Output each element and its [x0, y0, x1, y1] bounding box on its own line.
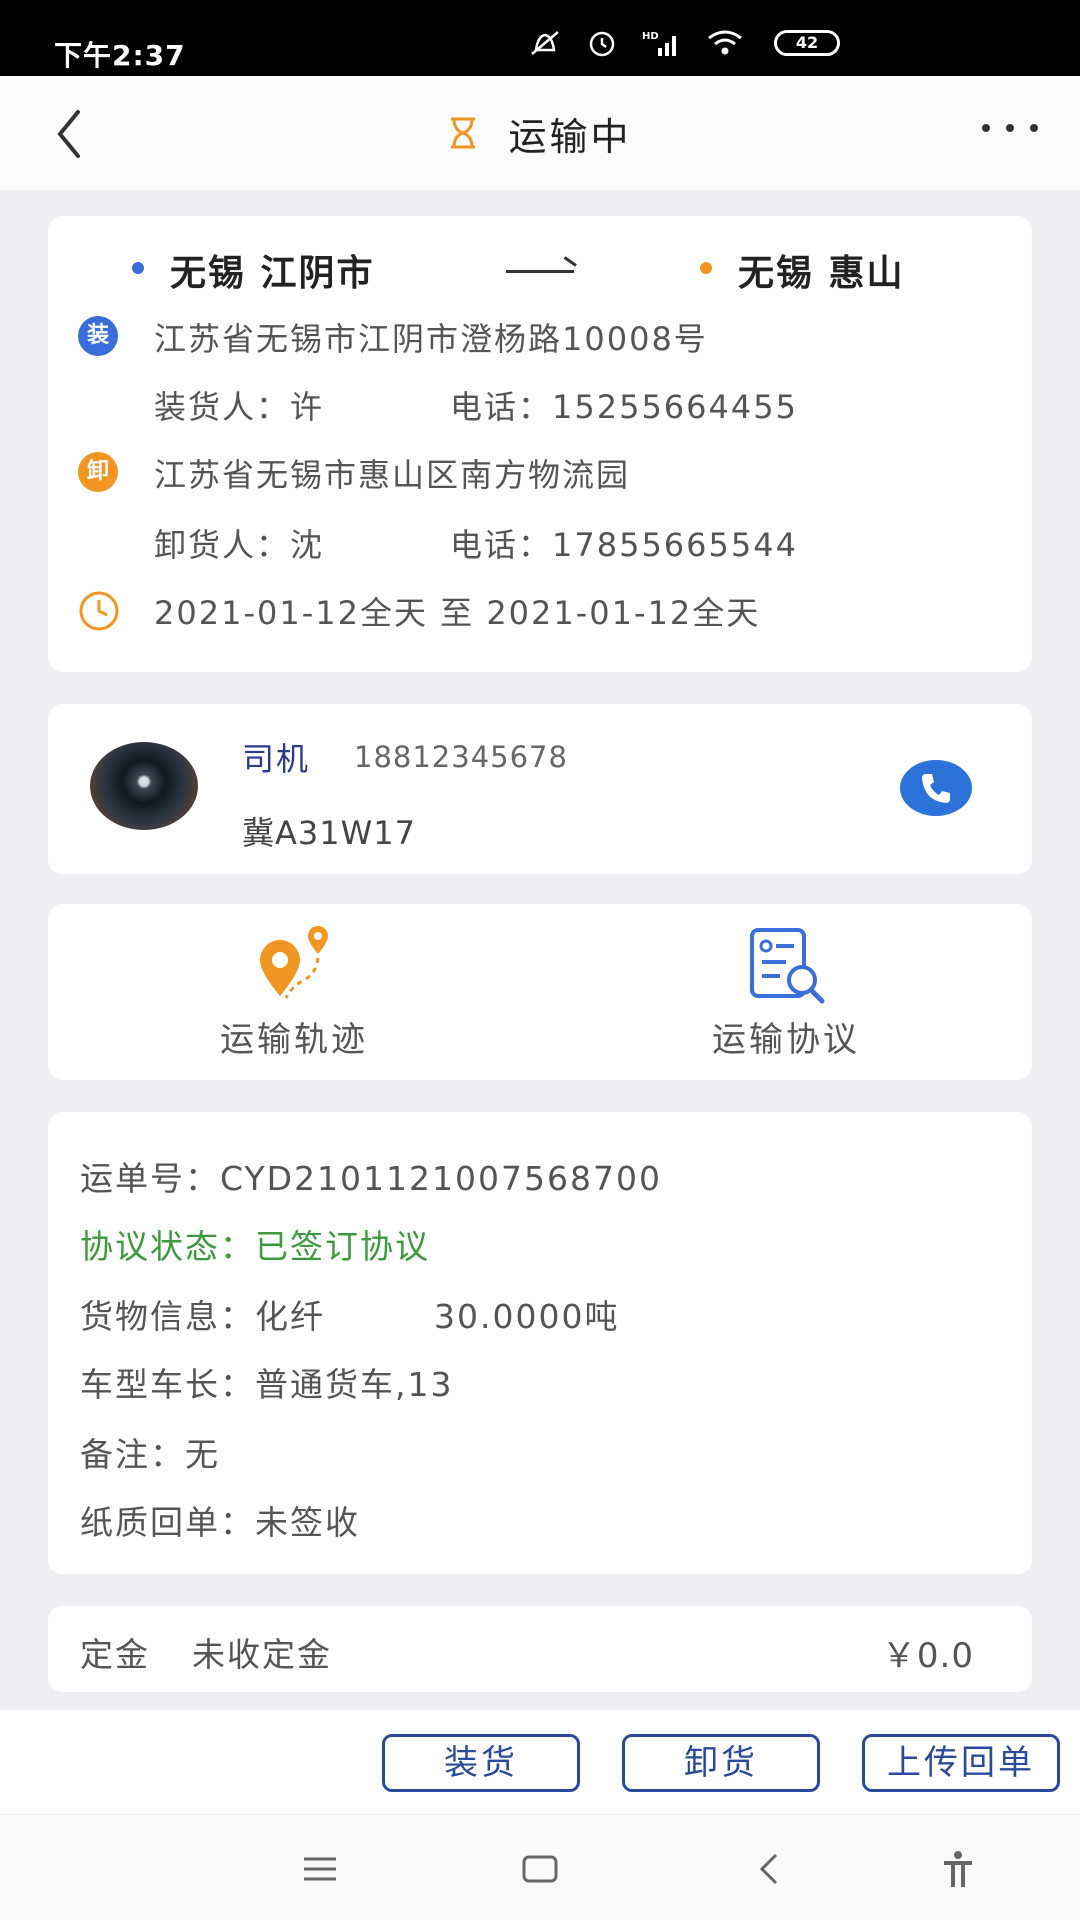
- load-badge-icon: 装: [78, 316, 118, 356]
- upload-receipt-button[interactable]: 上传回单: [862, 1734, 1060, 1792]
- unload-address: 江苏省无锡市惠山区南方物流园: [154, 456, 631, 494]
- home-icon[interactable]: [518, 1849, 562, 1889]
- hourglass-icon: [451, 117, 476, 149]
- cargo-info: 货物信息：化纤: [80, 1297, 325, 1336]
- unloader-name: 卸货人：沈: [154, 526, 325, 564]
- app-header: 运输中: [0, 76, 1080, 190]
- deposit-label: 定金: [80, 1635, 150, 1674]
- route-summary: 无锡 江阴市 无锡 惠山: [48, 244, 1032, 304]
- cargo-weight: 30.0000吨: [434, 1297, 620, 1336]
- unload-goods-button[interactable]: 卸货: [622, 1734, 820, 1792]
- origin-city: 无锡 江阴市: [170, 253, 375, 294]
- remark: 备注：无: [80, 1435, 220, 1474]
- waybill-details-card: 运单号：CYD2101121007568700 协议状态：已签订协议 货物信息：…: [48, 1112, 1032, 1574]
- svg-text:HD: HD: [642, 31, 659, 42]
- transport-agreement-label: 运输协议: [712, 1020, 860, 1060]
- driver-label: 司机: [242, 740, 311, 778]
- bottom-action-bar: 装货 卸货 上传回单: [0, 1710, 1080, 1814]
- menu-icon[interactable]: [298, 1849, 342, 1889]
- avatar: [90, 742, 198, 830]
- clock-icon: [79, 591, 119, 631]
- more-dot-icon: [1006, 124, 1014, 132]
- more-dot-icon: [982, 124, 990, 132]
- loader-phone[interactable]: 电话：15255664455: [450, 382, 798, 428]
- agreement-document-icon: [750, 928, 825, 1004]
- destination-dot-icon: [700, 262, 712, 274]
- paper-receipt-status: 纸质回单：未签收: [80, 1503, 360, 1542]
- wifi-icon: [708, 30, 742, 55]
- transport-agreement-button[interactable]: 运输协议: [540, 904, 1032, 1080]
- status-time: 下午2:37: [54, 39, 186, 72]
- time-range: 2021-01-12全天 至 2021-01-12全天: [154, 594, 761, 632]
- waybill-number: 运单号：CYD2101121007568700: [80, 1159, 662, 1198]
- phone-icon: [922, 774, 950, 803]
- transport-track-button[interactable]: 运输轨迹: [48, 904, 540, 1080]
- unload-badge-icon: 卸: [78, 452, 118, 492]
- system-nav-bar: [0, 1814, 1080, 1920]
- driver-card: 司机 18812345678 冀A31W17: [48, 704, 1032, 874]
- loader-name: 装货人：许: [154, 388, 325, 426]
- agreement-status: 协议状态：已签订协议: [80, 1227, 430, 1266]
- more-options-button[interactable]: [982, 118, 1038, 138]
- actions-card: 运输轨迹 运输协议: [48, 904, 1032, 1080]
- page-title: 运输中: [508, 114, 632, 159]
- title-wrap: 运输中: [0, 76, 1080, 190]
- accessibility-icon[interactable]: [936, 1849, 980, 1889]
- license-plate: 冀A31W17: [242, 814, 416, 852]
- deposit-status: 未收定金: [192, 1635, 332, 1674]
- route-pin-icon: [260, 926, 328, 999]
- more-dot-icon: [1030, 124, 1038, 132]
- load-goods-button[interactable]: 装货: [382, 1734, 580, 1792]
- route-card: 无锡 江阴市 无锡 惠山 装 江苏省无锡市江阴市澄杨路10008号 装货人：许 …: [48, 216, 1032, 672]
- status-icons: HD 42: [528, 28, 840, 58]
- load-address: 江苏省无锡市江阴市澄杨路10008号: [154, 320, 708, 358]
- mute-bell-icon: [531, 31, 559, 55]
- driver-phone: 18812345678: [354, 740, 568, 774]
- battery-indicator: 42: [774, 30, 840, 56]
- origin-dot-icon: [132, 262, 144, 274]
- vehicle-info: 车型车长：普通货车,13: [80, 1365, 454, 1404]
- nav-back-icon[interactable]: [748, 1849, 792, 1889]
- alarm-icon: [589, 31, 615, 57]
- status-bar: 下午2:37 HD 42: [0, 0, 1080, 76]
- destination-city: 无锡 惠山: [738, 253, 905, 294]
- unloader-phone[interactable]: 电话：17855665544: [450, 520, 798, 566]
- deposit-amount: ￥0.0: [881, 1636, 974, 1676]
- signal-icon: HD: [642, 31, 676, 56]
- route-arrow-icon: [506, 270, 574, 273]
- transport-track-label: 运输轨迹: [220, 1020, 368, 1060]
- deposit-card: 定金 未收定金 ￥0.0: [48, 1606, 1032, 1692]
- call-button[interactable]: [900, 760, 972, 816]
